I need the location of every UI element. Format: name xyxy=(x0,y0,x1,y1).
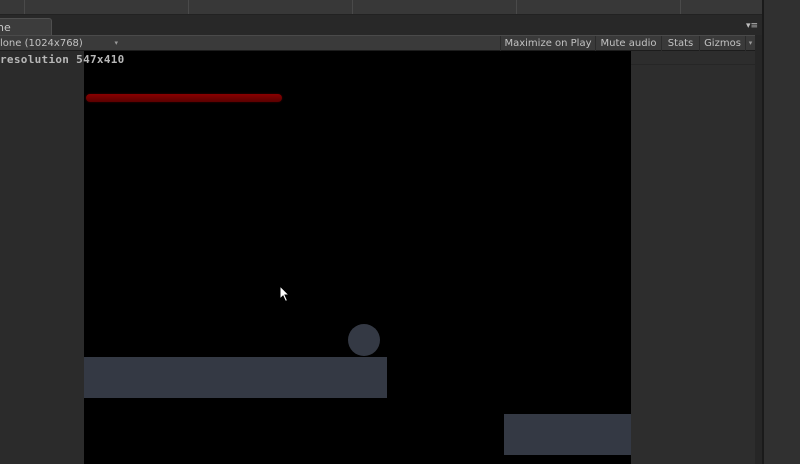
top-panel-strip xyxy=(0,0,762,15)
gizmos-chevron-icon[interactable]: ▾ xyxy=(745,36,755,51)
strip-divider xyxy=(352,0,353,14)
chevron-down-icon: ▾ xyxy=(114,39,118,47)
platform-right xyxy=(504,414,631,455)
aspect-ratio-label: lone (1024x768) xyxy=(0,38,83,49)
tab-row: ne ▾≡ xyxy=(0,15,762,35)
arrow-cursor-icon xyxy=(279,285,291,303)
mute-audio-button[interactable]: Mute audio xyxy=(595,36,661,51)
inspector-edge-panel xyxy=(762,0,800,464)
right-side-panel xyxy=(631,51,755,464)
maximize-on-play-button[interactable]: Maximize on Play xyxy=(500,36,595,51)
panel-splitter[interactable] xyxy=(755,35,762,464)
strip-divider xyxy=(188,0,189,14)
game-view-toolbar: lone (1024x768) ▾ Maximize on Play Mute … xyxy=(0,35,762,51)
strip-divider xyxy=(680,0,681,14)
game-viewport[interactable] xyxy=(84,51,631,464)
stats-button[interactable]: Stats xyxy=(661,36,699,51)
unity-editor-window: ne ▾≡ lone (1024x768) ▾ Maximize on Play… xyxy=(0,0,800,464)
player-ball xyxy=(348,324,380,356)
aspect-ratio-dropdown[interactable]: lone (1024x768) ▾ xyxy=(0,36,120,51)
strip-divider xyxy=(24,0,25,14)
platform-left xyxy=(84,357,387,398)
tab-game[interactable]: ne xyxy=(0,18,52,35)
panel-divider xyxy=(631,64,755,65)
tab-menu-icon[interactable]: ▾≡ xyxy=(746,20,758,32)
gizmos-button[interactable]: Gizmos xyxy=(699,36,745,51)
resolution-warning-label: resolution 547x410 xyxy=(0,53,125,66)
strip-divider xyxy=(516,0,517,14)
health-bar xyxy=(86,94,282,102)
